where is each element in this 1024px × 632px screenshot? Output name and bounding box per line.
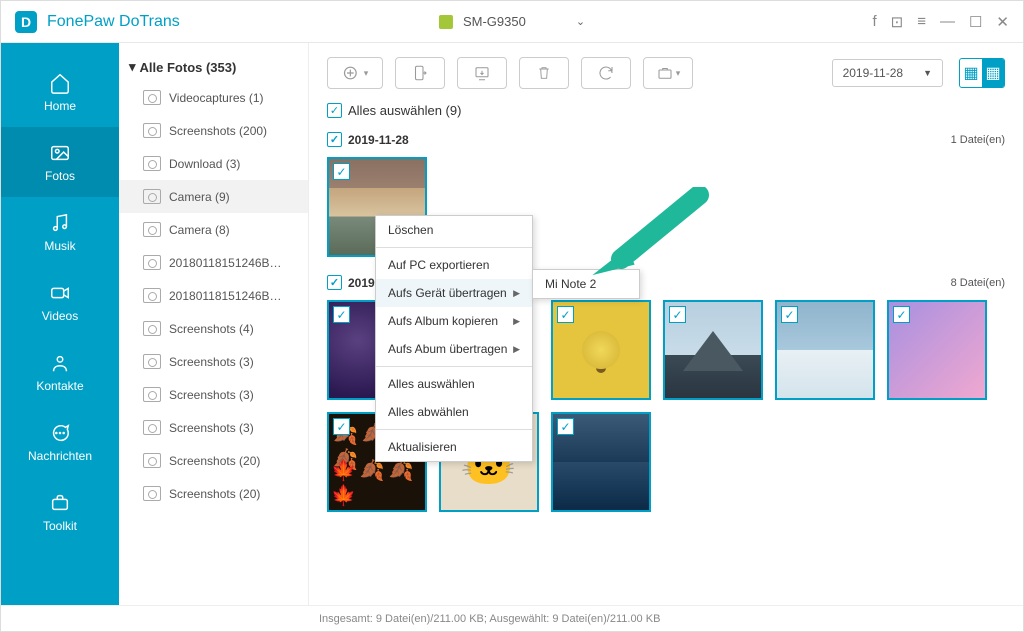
submenu-arrow-icon: ▶ bbox=[513, 344, 520, 355]
folder-header[interactable]: ▾ Alle Fotos (353) bbox=[119, 53, 308, 81]
view-grid-button[interactable]: ▦ bbox=[982, 59, 1004, 87]
nav-videos[interactable]: Videos bbox=[1, 267, 119, 337]
photo-checkbox[interactable]: ✓ bbox=[333, 163, 350, 180]
folder-item[interactable]: Screenshots (3) bbox=[119, 411, 308, 444]
nav-home[interactable]: Home bbox=[1, 57, 119, 127]
folder-item[interactable]: Videocaptures (1) bbox=[119, 81, 308, 114]
photo-checkbox[interactable]: ✓ bbox=[669, 306, 686, 323]
menu-icon[interactable]: ≡ bbox=[917, 13, 926, 30]
menu-transfer-album[interactable]: Aufs Abum übertragen▶ bbox=[376, 335, 532, 363]
status-bar: Insgesamt: 9 Datei(en)/211.00 KB; Ausgew… bbox=[1, 605, 1023, 631]
contacts-icon bbox=[48, 351, 72, 375]
select-all[interactable]: ✓ Alles auswählen (9) bbox=[309, 99, 1023, 126]
date-filter[interactable]: 2019-11-28 ▼ bbox=[832, 59, 943, 87]
select-all-checkbox[interactable]: ✓ bbox=[327, 103, 342, 118]
photo-checkbox[interactable]: ✓ bbox=[557, 418, 574, 435]
app-title: FonePaw DoTrans bbox=[47, 13, 180, 31]
context-submenu: Mi Note 2 bbox=[532, 269, 640, 299]
home-icon bbox=[48, 71, 72, 95]
folder-item[interactable]: Screenshots (3) bbox=[119, 378, 308, 411]
folder-item[interactable]: 20180118151246B… bbox=[119, 279, 308, 312]
menu-select-all[interactable]: Alles auswählen bbox=[376, 370, 532, 398]
feedback-icon[interactable]: ⊡ bbox=[891, 13, 904, 31]
submenu-arrow-icon: ▶ bbox=[513, 288, 520, 299]
photo-checkbox[interactable]: ✓ bbox=[557, 306, 574, 323]
album-icon bbox=[143, 90, 161, 105]
album-icon bbox=[143, 354, 161, 369]
photo-thumbnail[interactable]: ✓ bbox=[887, 300, 987, 400]
menu-transfer-device[interactable]: Aufs Gerät übertragen▶ bbox=[376, 279, 532, 307]
menu-export-pc[interactable]: Auf PC exportieren bbox=[376, 251, 532, 279]
videos-icon bbox=[48, 281, 72, 305]
photo-thumbnail[interactable]: ✓ bbox=[663, 300, 763, 400]
folder-item[interactable]: Camera (9) bbox=[119, 180, 308, 213]
submenu-arrow-icon: ▶ bbox=[513, 316, 520, 327]
album-icon bbox=[143, 387, 161, 402]
music-icon bbox=[48, 211, 72, 235]
device-name: SM-G9350 bbox=[463, 14, 526, 29]
folder-item[interactable]: Download (3) bbox=[119, 147, 308, 180]
photos-icon bbox=[48, 141, 72, 165]
group-checkbox[interactable]: ✓ bbox=[327, 275, 342, 290]
submenu-device[interactable]: Mi Note 2 bbox=[533, 270, 639, 298]
toolkit-icon bbox=[48, 491, 72, 515]
album-icon bbox=[143, 156, 161, 171]
delete-button[interactable] bbox=[519, 57, 569, 89]
photo-thumbnail[interactable]: ✓ bbox=[775, 300, 875, 400]
album-icon bbox=[143, 255, 161, 270]
maximize-button[interactable]: ☐ bbox=[969, 13, 982, 31]
menu-refresh[interactable]: Aktualisieren bbox=[376, 433, 532, 461]
minimize-button[interactable]: — bbox=[940, 13, 955, 30]
group-checkbox[interactable]: ✓ bbox=[327, 132, 342, 147]
album-icon bbox=[143, 123, 161, 138]
close-button[interactable]: ✕ bbox=[996, 13, 1009, 31]
photo-thumbnail[interactable]: ✓ bbox=[551, 412, 651, 512]
album-icon bbox=[143, 222, 161, 237]
export-device-button[interactable] bbox=[395, 57, 445, 89]
nav-contacts[interactable]: Kontakte bbox=[1, 337, 119, 407]
folder-item[interactable]: Screenshots (20) bbox=[119, 444, 308, 477]
view-list-button[interactable]: ▦ bbox=[960, 59, 982, 87]
messages-icon bbox=[48, 421, 72, 445]
folder-list: ▾ Alle Fotos (353) Videocaptures (1)Scre… bbox=[119, 43, 309, 605]
facebook-icon[interactable]: f bbox=[872, 13, 876, 30]
nav-messages[interactable]: Nachrichten bbox=[1, 407, 119, 477]
folder-item[interactable]: Screenshots (20) bbox=[119, 477, 308, 510]
folder-item[interactable]: 20180118151246B… bbox=[119, 246, 308, 279]
album-icon bbox=[143, 420, 161, 435]
export-pc-button[interactable] bbox=[457, 57, 507, 89]
photo-checkbox[interactable]: ✓ bbox=[333, 306, 350, 323]
album-icon bbox=[143, 288, 161, 303]
folder-item[interactable]: Screenshots (3) bbox=[119, 345, 308, 378]
device-selector[interactable]: SM-G9350 ⌄ bbox=[415, 10, 609, 33]
chevron-down-icon: ⌄ bbox=[576, 15, 585, 28]
photo-checkbox[interactable]: ✓ bbox=[333, 418, 350, 435]
nav-toolkit[interactable]: Toolkit bbox=[1, 477, 119, 547]
group-header[interactable]: ✓ 2019-11-28 1 Datei(en) bbox=[327, 126, 1005, 153]
album-icon bbox=[143, 453, 161, 468]
nav-music[interactable]: Musik bbox=[1, 197, 119, 267]
android-icon bbox=[439, 15, 453, 29]
sidebar: Home Fotos Musik Videos Kontakte Nachric… bbox=[1, 43, 119, 605]
folder-item[interactable]: Screenshots (200) bbox=[119, 114, 308, 147]
photo-thumbnail[interactable]: ✓ bbox=[551, 300, 651, 400]
photo-checkbox[interactable]: ✓ bbox=[781, 306, 798, 323]
refresh-button[interactable] bbox=[581, 57, 631, 89]
album-icon bbox=[143, 321, 161, 336]
folder-item[interactable]: Screenshots (4) bbox=[119, 312, 308, 345]
add-button[interactable]: ▾ bbox=[327, 57, 383, 89]
photo-checkbox[interactable]: ✓ bbox=[893, 306, 910, 323]
menu-copy-album[interactable]: Aufs Album kopieren▶ bbox=[376, 307, 532, 335]
album-icon bbox=[143, 486, 161, 501]
caret-down-icon: ▾ bbox=[129, 59, 136, 75]
app-logo: D bbox=[15, 11, 37, 33]
nav-photos[interactable]: Fotos bbox=[1, 127, 119, 197]
menu-delete[interactable]: Löschen bbox=[376, 216, 532, 244]
album-icon bbox=[143, 189, 161, 204]
more-button[interactable]: ▾ bbox=[643, 57, 693, 89]
folder-item[interactable]: Camera (8) bbox=[119, 213, 308, 246]
caret-down-icon: ▼ bbox=[923, 68, 932, 78]
context-menu: Löschen Auf PC exportieren Aufs Gerät üb… bbox=[375, 215, 533, 462]
menu-deselect-all[interactable]: Alles abwählen bbox=[376, 398, 532, 426]
